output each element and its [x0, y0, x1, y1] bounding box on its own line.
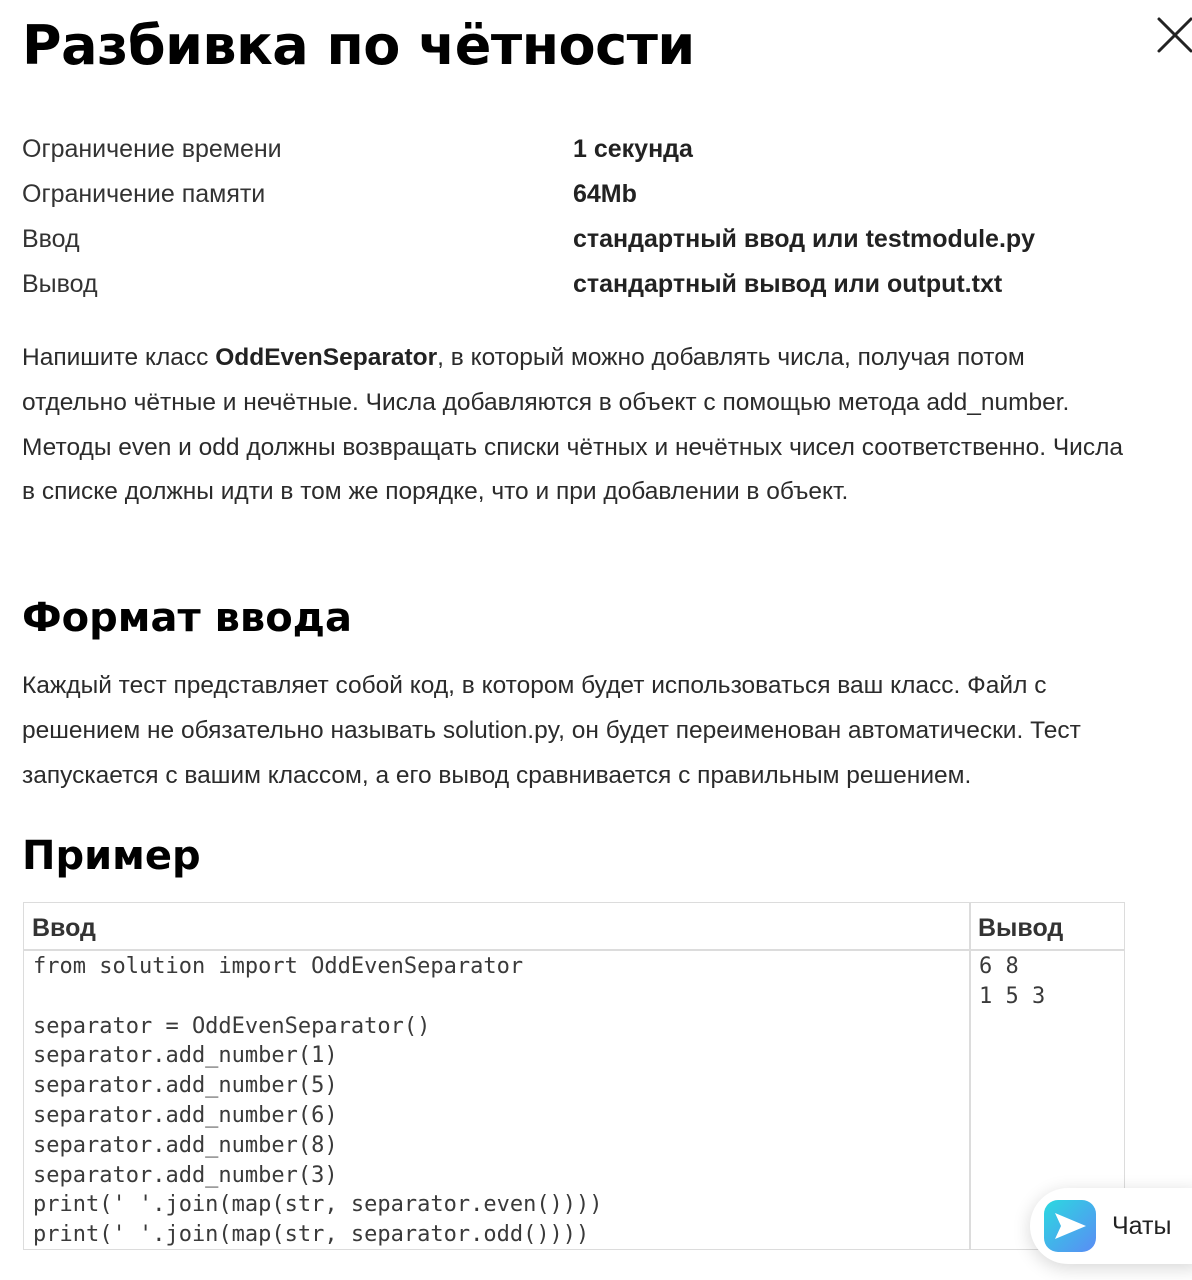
limit-value: 64Mb: [573, 180, 637, 208]
problem-statement: Напишите класс OddEvenSeparator, в котор…: [22, 336, 1132, 515]
limit-label: Ограничение времени: [22, 135, 282, 163]
example-output-code[interactable]: 6 8 1 5 3: [979, 952, 1045, 1012]
limit-row-memory: Ограничение памяти 64Mb: [22, 172, 1142, 217]
limit-label: Ограничение памяти: [22, 180, 266, 208]
table-column-divider: [969, 903, 971, 1249]
example-input-header: Ввод: [32, 914, 96, 942]
limit-row-time: Ограничение времени 1 секунда: [22, 127, 1142, 172]
example-input-code[interactable]: from solution import OddEvenSeparator se…: [33, 952, 603, 1250]
class-name: OddEvenSeparator: [215, 344, 438, 371]
close-icon: [1157, 17, 1192, 53]
limit-value: стандартный ввод или testmodule.py: [573, 225, 1036, 253]
limits-table: Ограничение времени 1 секунда Ограничени…: [22, 127, 1142, 307]
page-title: Разбивка по чётности: [22, 14, 695, 77]
chats-label: Чаты: [1112, 1212, 1172, 1240]
limit-value: 1 секунда: [573, 135, 693, 163]
chats-button[interactable]: Чаты: [1030, 1188, 1192, 1264]
close-button[interactable]: [1154, 14, 1192, 54]
chat-send-icon: [1044, 1200, 1096, 1252]
limit-row-input: Ввод стандартный ввод или testmodule.py: [22, 217, 1142, 262]
table-header-divider: [24, 949, 1124, 951]
limit-label: Ввод: [22, 225, 80, 253]
limit-label: Вывод: [22, 270, 98, 298]
limit-value: стандартный вывод или output.txt: [573, 270, 1003, 298]
example-output-header: Вывод: [978, 914, 1064, 942]
input-format-heading: Формат ввода: [22, 595, 352, 641]
example-heading: Пример: [22, 833, 201, 879]
limit-row-output: Вывод стандартный вывод или output.txt: [22, 262, 1142, 307]
input-format-text: Каждый тест представляет собой код, в ко…: [22, 672, 1081, 789]
legend-text-before: Напишите класс: [22, 344, 216, 371]
example-table: Ввод Вывод from solution import OddEvenS…: [23, 902, 1125, 1250]
